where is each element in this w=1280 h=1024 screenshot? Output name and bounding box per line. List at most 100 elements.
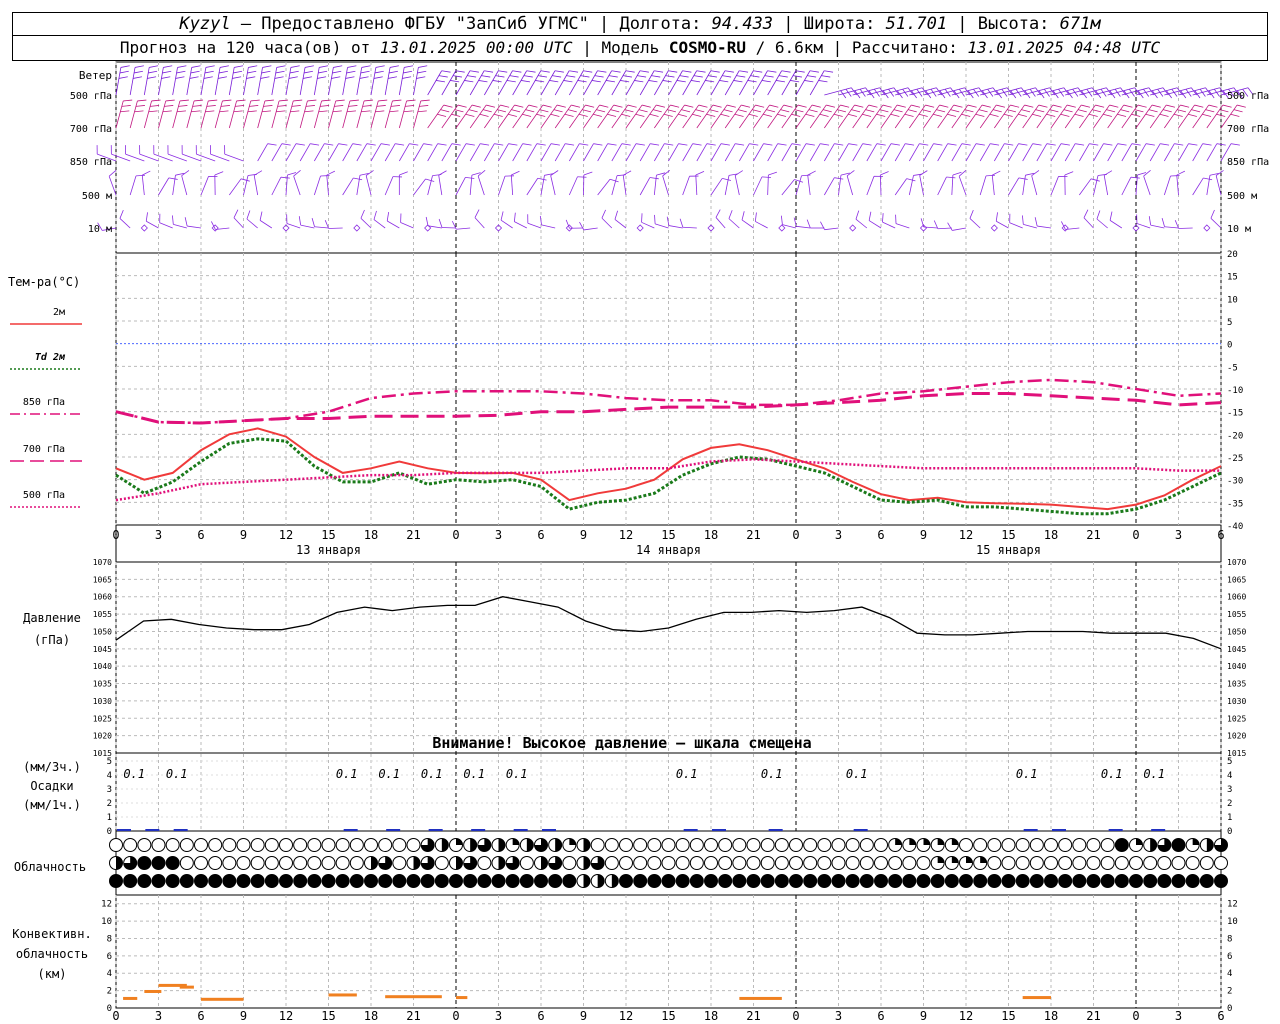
wind-barb-shaft (1192, 104, 1210, 129)
wind-barb-shaft (724, 143, 736, 162)
wind-barb-flag (289, 70, 299, 74)
cloud-low-fill (888, 874, 902, 888)
wind-barb-shaft (1079, 104, 1096, 129)
hour-tick-label: 9 (240, 528, 247, 542)
wind-barb-flag (627, 104, 637, 108)
wind-barb-flag (513, 212, 516, 222)
wind-barb-shaft (526, 70, 542, 96)
temp-tick-right: -30 (1227, 477, 1243, 487)
calm-wind-marker (1203, 224, 1211, 232)
wind-barb-flag (471, 104, 481, 108)
wind-barb-flag (194, 99, 204, 102)
wind-barb-shaft (1178, 104, 1195, 129)
cloud-low-fill (902, 874, 916, 888)
wind-barb-shaft (158, 100, 167, 129)
temp-tick-right: -10 (1227, 386, 1243, 396)
wind-barb-flag (1004, 143, 1014, 146)
wind-barb-flag (596, 109, 606, 113)
cloud-low-fill (1143, 874, 1157, 888)
wind-barb-shaft (299, 67, 306, 96)
wind-barb-flag (318, 110, 328, 113)
wind-barb-shaft (498, 175, 506, 196)
cloud-high (1072, 838, 1087, 852)
cloud-low-fill (747, 874, 760, 888)
wind-barb-flag (175, 76, 185, 79)
wind-barb-flag (304, 110, 314, 113)
wind-barb-flag (681, 109, 691, 113)
wind-barb-flag (437, 113, 447, 117)
cloud-low-fill (817, 874, 831, 888)
wind-barb-flag (164, 105, 174, 107)
wind-barb-shaft (753, 104, 770, 129)
wind-barb-flag (218, 70, 228, 74)
wind-barb-flag (781, 70, 791, 73)
wind-barb-shaft (639, 104, 657, 129)
wind-barb-flag (386, 212, 390, 222)
wind-barb-flag (361, 110, 371, 113)
wind-barb-shaft (483, 70, 499, 96)
bottom-hour-label: 12 (619, 1009, 633, 1023)
wind-barb-flag (234, 65, 244, 68)
wind-barb-flag (946, 176, 956, 179)
wind-barb-shaft (1121, 143, 1133, 162)
cloud-mid-fill (937, 856, 945, 863)
hour-tick-label: 12 (619, 528, 633, 542)
wind-barb-flag (583, 70, 593, 73)
wind-barb-shaft (146, 220, 159, 229)
wind-barb-flag (425, 178, 435, 182)
wind-barb-shaft (568, 70, 584, 96)
cloud-low-fill (449, 874, 463, 888)
wind-barb-flag (767, 70, 777, 73)
wind-barb-flag (905, 143, 915, 146)
wind-barb-flag (1188, 113, 1197, 117)
cloud-high (704, 838, 718, 852)
wind-barb-flag (291, 105, 301, 107)
wind-barb-shaft (795, 104, 813, 129)
wind-barb-flag (317, 76, 327, 79)
wind-barb-shaft (554, 70, 570, 96)
wind-barb-flag (652, 109, 662, 113)
wind-barb-flag (678, 113, 687, 117)
wind-barb-flag (961, 143, 971, 146)
wind-barb-flag (214, 171, 224, 176)
wind-barb-shaft (370, 67, 377, 96)
wind-barb-flag (353, 177, 363, 181)
wind-barb-flag (634, 80, 644, 83)
wind-barb-shaft (554, 104, 572, 129)
wind-barb-shaft (795, 175, 802, 196)
cloud-low-fill (109, 874, 123, 888)
cloud-mid (279, 856, 293, 870)
wind-barb-shaft (994, 104, 1011, 129)
wind-barb-flag (607, 143, 617, 146)
wind-barb-flag (540, 70, 550, 73)
wind-barb-flag (639, 70, 649, 73)
wind-barb-flag (1096, 210, 1101, 220)
cloud-high (194, 838, 208, 852)
cloud-high (831, 838, 846, 852)
cloud-title: Облачность (14, 860, 86, 874)
conv-cloud-bar (179, 985, 194, 989)
wind-barb-shaft (1215, 175, 1222, 196)
wind-barb-flag (395, 143, 405, 146)
wind-barb-shaft (781, 143, 793, 162)
cloud-high (307, 838, 322, 852)
wind-barb-flag (508, 143, 518, 146)
hour-tick-label: 3 (835, 528, 842, 542)
wind-barb-flag (261, 70, 271, 74)
wind-barb-shaft (969, 218, 981, 229)
wind-barb-shaft (696, 70, 712, 96)
hour-tick-label: 18 (1044, 528, 1058, 542)
cloud-high (179, 838, 194, 852)
press-tick-right: 1040 (1227, 662, 1246, 671)
wind-barb-shaft (1093, 104, 1110, 129)
cloud-low-fill (1044, 874, 1058, 888)
wind-barb-flag (958, 170, 967, 177)
wind-barb-flag (840, 104, 850, 108)
wind-barb-shaft (1192, 177, 1204, 196)
wind-barb-shaft (259, 220, 273, 229)
cloud-low-fill (506, 874, 520, 888)
wind-barb-flag (1202, 113, 1212, 117)
cloud-low-fill (180, 874, 194, 888)
cloud-mid (1001, 856, 1016, 870)
cloud-mid-fill (541, 856, 548, 870)
